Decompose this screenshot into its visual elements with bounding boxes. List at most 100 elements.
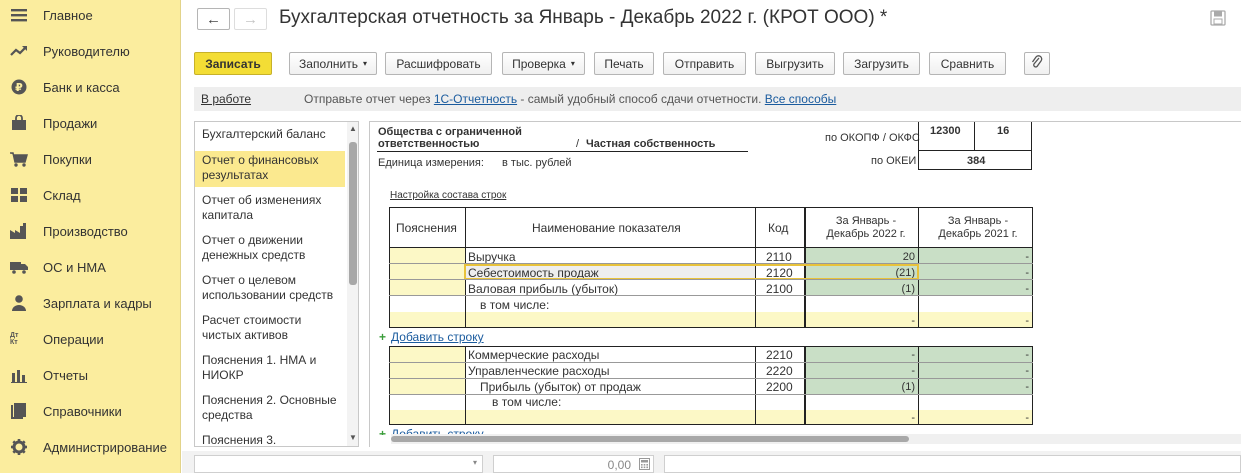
sidebar-item-sales[interactable]: Продажи [0,105,181,141]
all-methods-link[interactable]: Все способы [765,92,837,106]
value-cell[interactable]: - [919,365,1029,377]
save-button[interactable]: Записать [194,52,272,75]
value-cell[interactable]: - [919,251,1029,263]
list-item[interactable]: Пояснения 1. НМА и НИОКР [195,351,345,385]
sidebar-item-reports[interactable]: Отчеты [0,357,181,393]
sidebar-item-admin[interactable]: Администрирование [0,429,181,465]
col-notes: Пояснения [396,221,457,235]
org-form-line1: Общества с ограниченной [378,126,522,138]
slash-separator: / [576,138,580,150]
list-item[interactable]: Отчет о финансовых результатах [195,151,345,187]
value-cell[interactable]: - [806,365,915,377]
scroll-up-icon[interactable]: ▲ [349,124,357,133]
footer-select[interactable]: ▾ [194,455,483,473]
sidebar-item-label: Производство [43,223,128,239]
attach-button[interactable] [1024,52,1050,75]
footer-comment-field[interactable] [664,455,1241,473]
value-cell[interactable]: - [919,381,1029,393]
cart-icon [10,150,28,168]
col-previous-period: За Январь - Декабрь 2021 г. [938,215,1018,240]
horizontal-scrollbar[interactable] [391,434,1241,444]
value-cell[interactable]: - [806,315,915,327]
table-row: Управленческие расходы [468,364,610,378]
scroll-thumb[interactable] [391,436,909,442]
okei-code: 384 [967,155,986,167]
info-bar: В работе Отправьте отчет через 1С-Отчетн… [194,87,1241,111]
list-item[interactable]: Расчет стоимости чистых активов [195,311,345,345]
forward-button[interactable]: → [234,8,267,30]
1c-reporting-link[interactable]: 1С-Отчетность [434,92,517,106]
list-item[interactable]: Отчет о движении денежных средств [195,231,345,265]
value-cell[interactable]: - [806,412,915,424]
back-button[interactable]: ← [197,8,230,30]
sidebar-item-main[interactable]: Главное [0,0,181,33]
import-button[interactable]: Загрузить [843,52,920,75]
row-code: 2210 [766,348,793,362]
sidebar-item-label: ОС и НМА [43,259,106,275]
sidebar-item-warehouse[interactable]: Склад [0,177,181,213]
scroll-down-icon[interactable]: ▼ [349,433,357,442]
check-button[interactable]: Проверка ▾ [502,52,585,75]
list-item[interactable]: Отчет о целевом использовании средств [195,271,345,305]
sidebar-item-label: Главное [43,7,93,23]
sidebar-item-label: Операции [43,331,104,347]
sidebar-item-management[interactable]: Руководителю [0,33,181,69]
value-cell[interactable]: (1) [806,283,915,295]
vertical-scrollbar[interactable]: ▲ ▼ [347,122,358,446]
export-button[interactable]: Выгрузить [755,52,835,75]
row-code: 2100 [766,282,793,296]
sidebar-item-fixed-assets[interactable]: ОС и НМА [0,249,181,285]
fill-button[interactable]: Заполнить ▾ [289,52,377,75]
value-cell[interactable]: - [919,315,1029,327]
person-icon [10,294,28,312]
compare-button[interactable]: Сравнить [929,52,1006,75]
value-cell[interactable]: - [919,412,1029,424]
scroll-thumb[interactable] [349,142,357,285]
okei-label: по ОКЕИ [871,155,917,167]
svg-text:₽: ₽ [15,81,23,94]
col-current-period: За Январь - Декабрь 2022 г. [826,215,906,240]
calculator-icon[interactable] [639,458,650,473]
decode-button[interactable]: Расшифровать [385,52,492,75]
value-cell[interactable]: - [919,283,1029,295]
sidebar-item-label: Покупки [43,151,92,167]
list-item[interactable]: Бухгалтерский баланс [195,125,345,144]
org-form-line2: ответственностью [378,138,480,150]
col-name: Наименование показателя [532,221,681,235]
value-cell[interactable]: 20 [806,251,915,263]
floppy-icon[interactable] [1210,10,1228,27]
add-row-button[interactable]: + Добавить строку [379,330,484,344]
paperclip-icon [1031,55,1043,72]
table-row: в том числе: [492,395,562,409]
okfs-code: 16 [997,125,1010,137]
send-button[interactable]: Отправить [663,52,746,75]
row-settings-link[interactable]: Настройка состава строк [390,190,506,201]
plus-icon: + [379,427,387,435]
print-button[interactable]: Печать [594,52,654,75]
unit-value: в тыс. рублей [502,157,572,169]
report-section-list: Бухгалтерский баланс Отчет о финансовых … [194,121,359,447]
sidebar-item-bank[interactable]: ₽ Банк и касса [0,69,181,105]
list-item[interactable]: Пояснения 2. Основные средства [195,391,345,425]
sidebar-item-salary[interactable]: Зарплата и кадры [0,285,181,321]
table-row: Выручка [468,250,516,264]
value-cell[interactable]: - [806,349,915,361]
sidebar-item-operations[interactable]: Дт Кт Операции [0,321,181,357]
amount-value: 0,00 [607,458,631,472]
list-item[interactable]: Отчет об изменениях капитала [195,191,345,225]
footer-amount-field[interactable]: 0,00 [493,455,654,473]
value-cell[interactable]: (1) [806,381,915,393]
book-icon [10,402,28,420]
status-link[interactable]: В работе [201,92,251,106]
sidebar-item-catalogs[interactable]: Справочники [0,393,181,429]
list-item[interactable]: Пояснения 3. [195,431,345,446]
sidebar-item-label: Банк и касса [43,79,120,95]
app-window: Главное Руководителю ₽ Банк и касса Прод… [0,0,1241,473]
sidebar-item-label: Справочники [43,403,122,419]
sidebar-item-production[interactable]: Производство [0,213,181,249]
value-cell[interactable]: - [919,267,1029,279]
value-cell[interactable]: - [919,349,1029,361]
sidebar-item-purchases[interactable]: Покупки [0,141,181,177]
bar-chart-icon [10,366,28,384]
chevron-down-icon: ▾ [472,458,477,467]
